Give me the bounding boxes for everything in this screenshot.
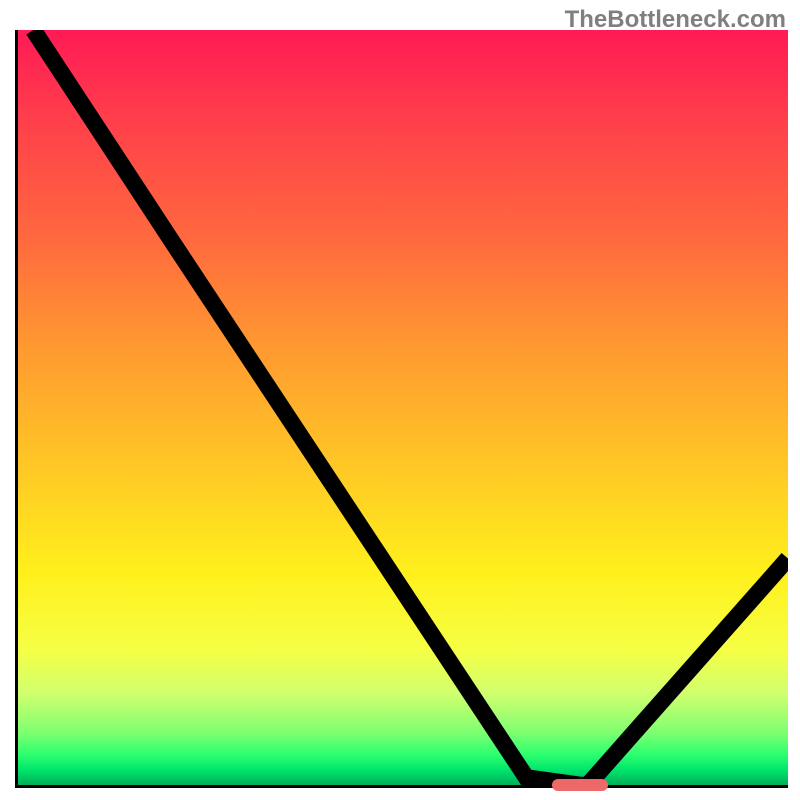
bottleneck-marker bbox=[552, 779, 608, 791]
curve-path bbox=[33, 30, 788, 785]
bottleneck-chart: TheBottleneck.com bbox=[0, 0, 800, 800]
bottleneck-curve bbox=[18, 30, 788, 785]
plot-area bbox=[15, 30, 788, 788]
